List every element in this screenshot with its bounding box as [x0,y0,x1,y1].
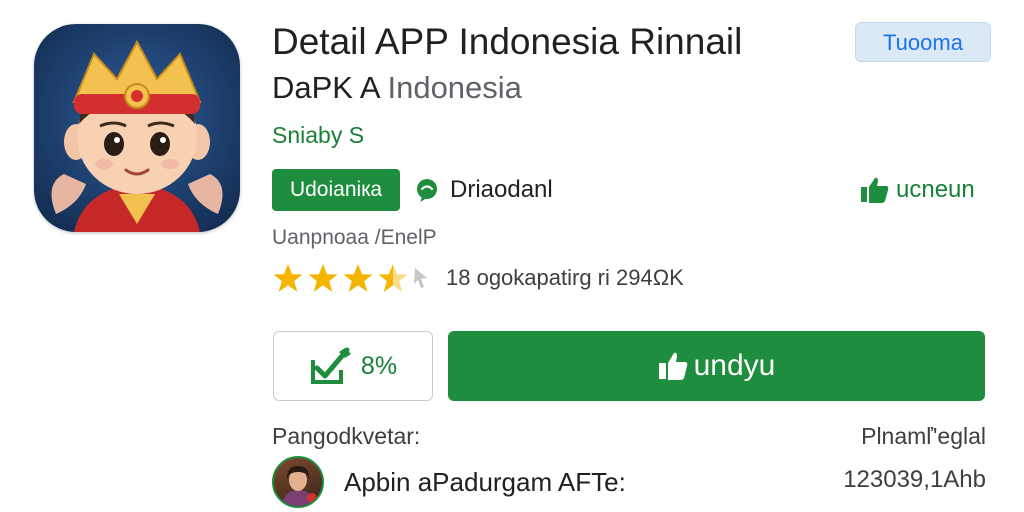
star-icon [273,264,303,292]
rating-text: 18 ogokapatirg ri 294ΩK [446,265,684,290]
thumbs-up-icon [861,177,889,203]
install-button[interactable]: undyu [448,331,985,401]
developer-link[interactable]: Sniaby S [272,120,364,150]
star-rating [272,263,412,293]
install-label: undyu [693,349,776,382]
section-label-left: Pangodkvetar: [272,423,421,449]
wishlist-label: 8% [360,351,398,380]
review-label: ucneun [896,176,975,203]
developer-row-count: 123039,1Ahb [843,466,986,493]
app-icon [34,24,240,232]
rating-row: 18 ogokapatirg ri 294ΩK [272,258,684,298]
downloads-label: Driaodanl [450,176,553,203]
wishlist-button[interactable]: 8% [273,331,433,401]
downloads-info: Driaodanl [414,172,553,208]
developer-secondary: Indonesia [378,70,522,105]
chat-bubble-icon [417,179,437,202]
developer-name[interactable]: DaPK A Indonesia [272,68,522,108]
cursor-arrow-icon [414,268,427,288]
review-link[interactable]: ucneun [860,172,975,208]
person-avatar-icon [282,466,317,506]
top-badge[interactable]: Tuooma [855,22,991,62]
meta-line: Uanpnoaa /EnelP [272,226,437,249]
category-chip[interactable]: Udoianiкa [272,169,400,211]
developer-row-name: Apbin aPadurgam AFTe: [344,466,626,497]
star-icon [308,264,338,292]
app-title: Detail APP Indonesia Rinnail [272,21,743,62]
developer-primary: DaPK A [272,70,379,105]
section-label-right[interactable]: Plnamľ'eglal [861,423,986,450]
checkbox-edit-icon [310,347,351,384]
star-icon [378,264,408,292]
developer-row[interactable]: Apbin aPadurgam AFTe: [272,456,626,508]
star-icon [343,264,373,292]
warrior-character-icon [51,39,223,232]
avatar [272,456,324,508]
thumbs-up-icon [658,352,687,380]
